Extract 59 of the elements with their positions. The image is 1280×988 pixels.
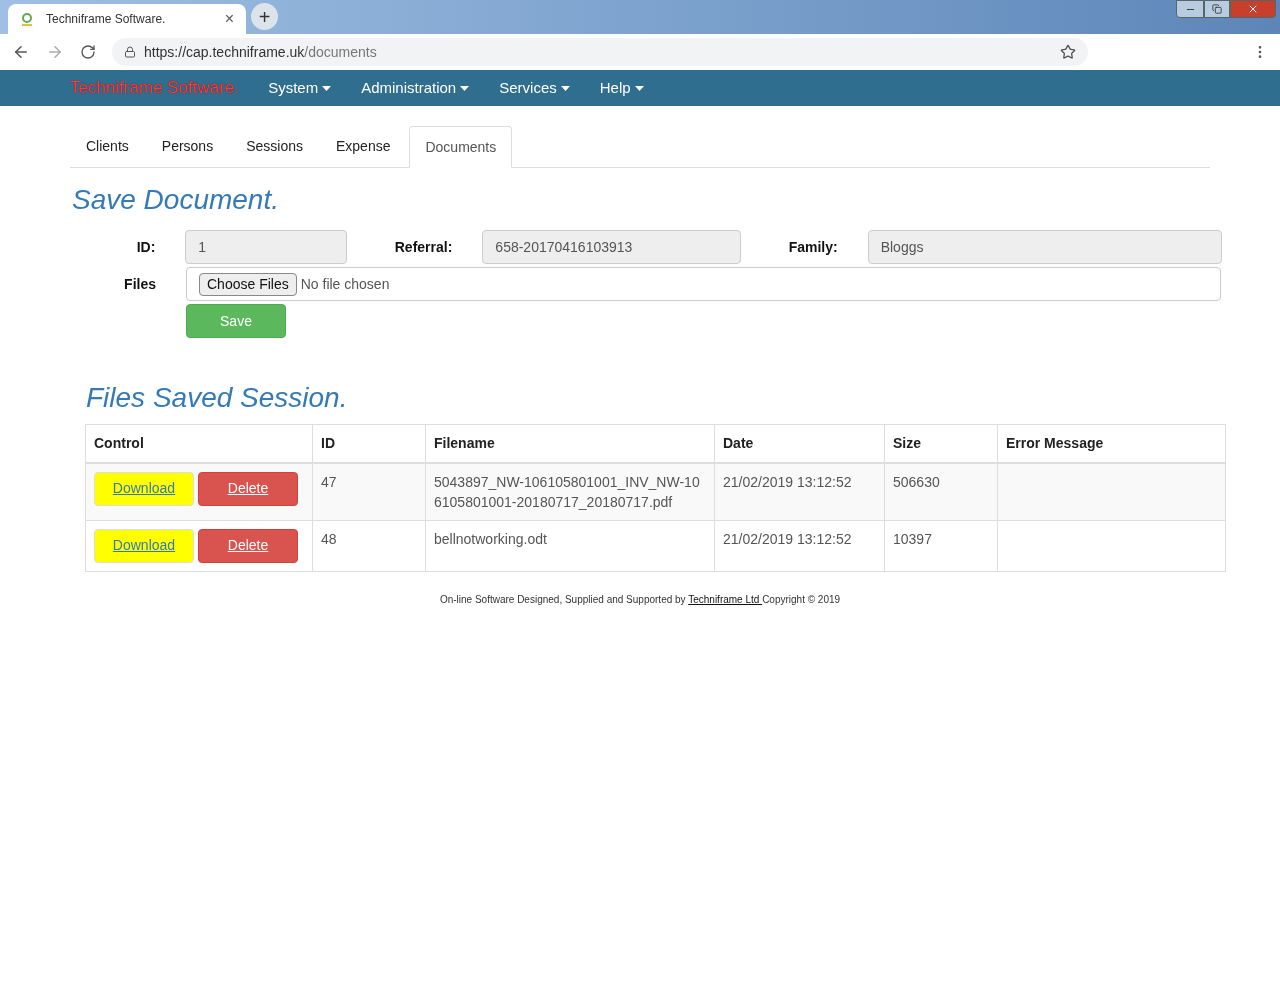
restore-icon: [1212, 4, 1222, 14]
nav-tab[interactable]: Clients: [72, 126, 143, 167]
column-header: Control: [85, 424, 313, 463]
company-link[interactable]: Techniframe Ltd: [688, 593, 763, 605]
tab-title: Techniframe Software.: [46, 11, 167, 28]
back-icon[interactable]: [12, 43, 30, 61]
footer-text: On-line Software Designed, Supplied and Supported by Techniframe Ltd Copyright © 2019: [438, 592, 842, 607]
table-cell: bellnotworking.odt: [425, 520, 715, 571]
no-file-text: No file chosen: [300, 274, 390, 294]
download-button[interactable]: Download: [94, 528, 194, 563]
referral-field: 658-20170416103913: [482, 230, 742, 264]
tab-close-button[interactable]: ×: [224, 7, 234, 31]
caret-icon: [560, 85, 570, 91]
caret-icon: [322, 85, 332, 91]
field-label: ID:: [135, 237, 156, 257]
column-header: Error Message: [997, 424, 1226, 463]
delete-button[interactable]: Delete: [198, 528, 298, 563]
column-header: ID: [312, 424, 426, 463]
nav-tab[interactable]: Persons: [147, 126, 228, 167]
delete-button[interactable]: Delete: [198, 471, 298, 506]
lock-icon: [124, 46, 136, 58]
column-header: Filename: [425, 424, 715, 463]
field-label: Family:: [787, 237, 838, 257]
caret-icon: [460, 85, 470, 91]
url-text: https://cap.techniframe.uk/documents: [144, 42, 378, 62]
nav-menu[interactable]: Services: [484, 76, 585, 100]
caret-icon: [634, 85, 644, 91]
field-label: Files: [123, 274, 156, 294]
column-header: Size: [884, 424, 998, 463]
close-icon: [1247, 3, 1259, 15]
id-field: 1: [185, 230, 348, 264]
section-title: Save Document.: [72, 186, 280, 214]
download-button[interactable]: Download: [94, 471, 194, 506]
nav-tab[interactable]: Expense: [321, 126, 405, 167]
choose-files-button[interactable]: Choose Files: [199, 272, 297, 296]
table-cell: 48: [312, 520, 426, 571]
table-cell: 47: [312, 462, 426, 520]
family-field: Bloggs: [867, 230, 1222, 264]
table-cell: 5043897_NW-106105801001_INV_NW-106105801001-20180717_20180717.pdf: [425, 462, 715, 520]
file-input-field[interactable]: Choose Files No file chosen: [186, 267, 1221, 301]
new-tab-button[interactable]: +: [251, 3, 278, 30]
field-label: Referral:: [393, 237, 453, 257]
nav-menu[interactable]: System: [253, 76, 347, 100]
nav-menu[interactable]: Administration: [346, 76, 485, 100]
browser-tab[interactable]: Techniframe Software. ×: [8, 4, 246, 34]
table-cell: 21/02/2019 13:12:52: [714, 462, 885, 520]
section-title: Files Saved Session.: [86, 384, 349, 412]
minimize-button[interactable]: [1176, 0, 1204, 18]
table-cell: 10397: [884, 520, 998, 571]
column-header: Date: [714, 424, 885, 463]
nav-tab[interactable]: Documents: [409, 126, 513, 168]
reload-icon[interactable]: [80, 44, 96, 60]
table-cell: 506630: [884, 462, 998, 520]
table-cell: 21/02/2019 13:12:52: [714, 520, 885, 571]
address-bar[interactable]: https://cap.techniframe.uk/documents: [112, 38, 1088, 66]
bookmark-star-icon[interactable]: [1060, 44, 1076, 60]
restore-button[interactable]: [1204, 0, 1230, 18]
nav-tab[interactable]: Sessions: [232, 126, 317, 167]
nav-menu[interactable]: Help: [584, 76, 659, 100]
